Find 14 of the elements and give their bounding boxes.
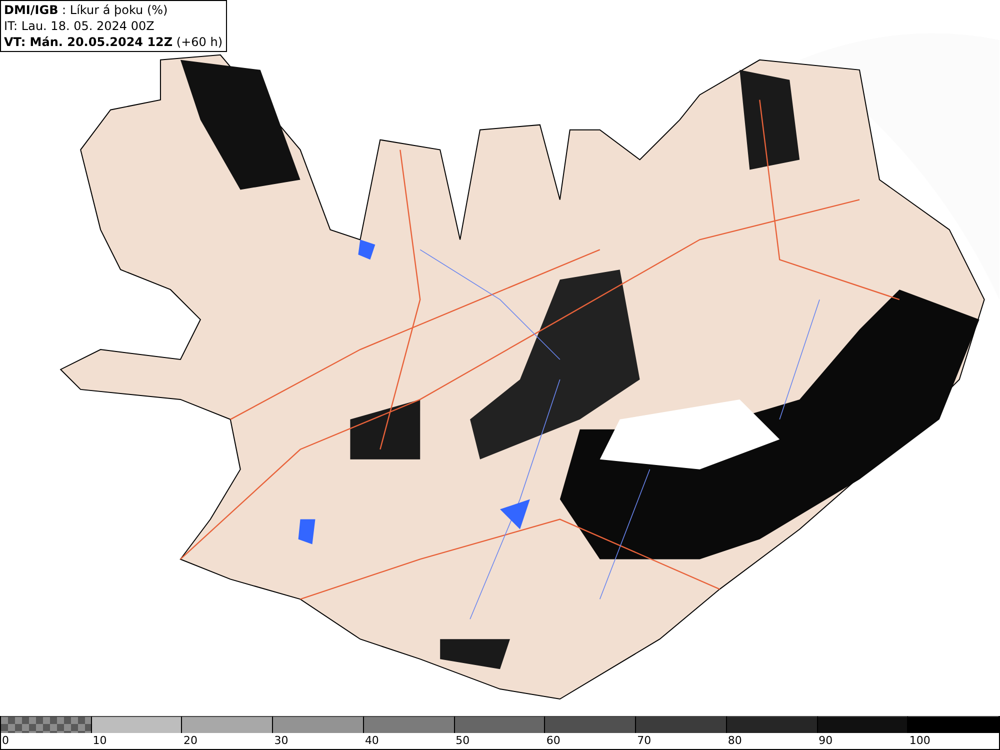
legend-label: 60 (545, 733, 562, 749)
legend-label: 30 (273, 733, 290, 749)
header-line: DMI/IGB : Líkur á þoku (%) (4, 2, 169, 18)
legend-label: 100 (908, 733, 932, 749)
legend-label: 80 (726, 733, 743, 749)
legend-label: 20 (182, 733, 198, 749)
legend-label: 50 (454, 733, 471, 749)
header-line: VT: Mán. 20.05.2024 12Z (+60 h) (4, 34, 223, 50)
legend-label: 0 (1, 733, 10, 749)
legend-label: 70 (636, 733, 652, 749)
legend-label: 90 (818, 733, 834, 749)
header-line: IT: Lau. 18. 05. 2024 00Z (4, 18, 156, 34)
legend-label: 10 (92, 733, 108, 749)
legend-label: 40 (364, 733, 380, 749)
